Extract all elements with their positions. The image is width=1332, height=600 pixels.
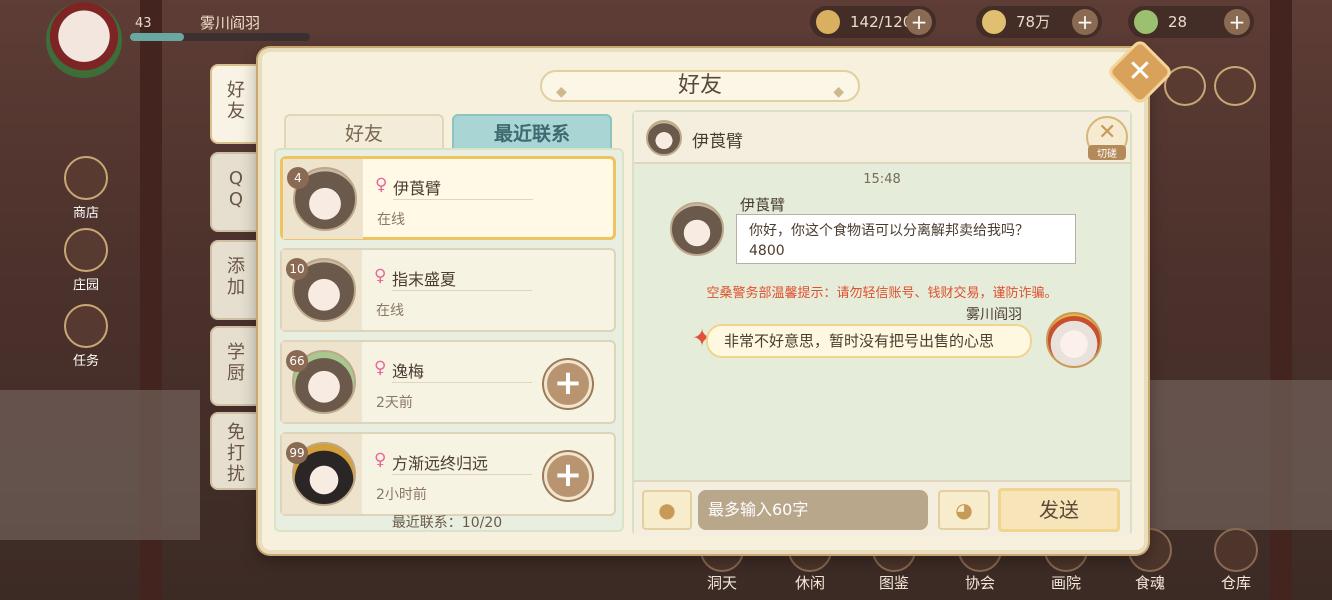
manor-menu[interactable]: 庄园: [56, 228, 116, 293]
contact-status: 2小时前: [376, 487, 427, 503]
recent-contacts-count: 最近联系：10/20: [391, 515, 503, 531]
ornament-icon: ◆: [556, 84, 567, 100]
coin-plus-button[interactable]: +: [1072, 9, 1098, 35]
chat-input-bar: ● 最多输入60字 ◕ 发送: [634, 480, 1130, 536]
tab-recent-contacts[interactable]: 最近联系: [452, 114, 612, 150]
gem-plus-button[interactable]: +: [1224, 9, 1250, 35]
chat-partner-name: 伊莨臂: [692, 132, 743, 152]
contact-card[interactable]: 66 ♀ 逸梅 2天前 +: [280, 340, 616, 424]
manor-icon: [64, 228, 108, 272]
contact-card[interactable]: 99 ♀ 方渐远终归远 2小时前 +: [280, 432, 616, 516]
tab-friends[interactable]: 好友: [284, 114, 444, 150]
gem-value: 28: [1168, 13, 1188, 31]
cat-emoji-icon: ◕: [955, 498, 973, 522]
coin-icon: [982, 10, 1006, 34]
incoming-message: 你好，你这个食物语可以分离解邦卖给我吗？4800: [736, 214, 1076, 264]
my-name: 雾川阎羽: [966, 307, 1022, 323]
sender-name: 伊莨臂: [740, 196, 786, 214]
contact-card[interactable]: 10 ♀ 指末盛夏 在线: [280, 248, 616, 332]
close-icon: ✕: [1127, 54, 1153, 89]
shop-icon: [64, 156, 108, 200]
shop-menu[interactable]: 商店: [56, 156, 116, 221]
chat-header: 伊莨臂 ✕ 切磋: [634, 112, 1130, 164]
stamina-plus-button[interactable]: +: [906, 9, 932, 35]
friends-panel: ◆ 好友 ◆ ✕ 好友 最近联系 4 ♀ 伊莨臂 在线 10 ♀ 指末盛夏 在线…: [258, 38, 1174, 554]
level-badge: 10: [286, 258, 308, 280]
contact-status: 2天前: [376, 395, 413, 411]
task-icon: [64, 304, 108, 348]
contact-name: 伊莨臂: [393, 179, 442, 198]
coin-resource: 78万 +: [976, 6, 1102, 38]
chat-partner-avatar[interactable]: [646, 120, 682, 156]
panel-title-bar: ◆ 好友 ◆: [540, 70, 860, 102]
level-badge: 99: [286, 442, 308, 464]
side-tab-qq[interactable]: Q Q: [210, 152, 262, 232]
contact-status: 在线: [376, 303, 404, 319]
send-button[interactable]: 发送: [998, 488, 1120, 532]
player-avatar[interactable]: [46, 2, 122, 78]
contact-list: 4 ♀ 伊莨臂 在线 10 ♀ 指末盛夏 在线 66 ♀ 逸梅 2天前 + 99…: [274, 148, 624, 532]
spar-button[interactable]: ✕ 切磋: [1086, 116, 1128, 160]
player-level: 43: [135, 16, 152, 31]
female-icon: ♀: [374, 266, 387, 286]
stamina-value: 142/120: [850, 13, 913, 31]
microphone-icon: ●: [658, 498, 676, 522]
side-tab-friends[interactable]: 好 友: [210, 64, 262, 144]
fraud-warning: 空桑警务部温馨提示：请勿轻信账号、钱财交易，谨防诈骗。: [706, 286, 1058, 301]
task-menu[interactable]: 任务: [56, 304, 116, 369]
stamina-resource: 142/120 +: [810, 6, 936, 38]
spar-label: 切磋: [1088, 145, 1126, 160]
side-tab-add[interactable]: 添 加: [210, 240, 262, 320]
contact-name: 方渐远终归远: [392, 454, 489, 473]
gem-icon: [1134, 10, 1158, 34]
my-avatar[interactable]: [1046, 312, 1102, 368]
side-tab-do-not-disturb[interactable]: 免 打 扰: [210, 412, 262, 490]
bottom-nav-warehouse[interactable]: 仓库: [1206, 528, 1266, 593]
chat-input[interactable]: 最多输入60字: [698, 490, 928, 530]
message-timestamp: 15:48: [863, 172, 901, 187]
microphone-button[interactable]: ●: [642, 490, 692, 530]
contact-name: 逸梅: [392, 362, 425, 381]
add-friend-button[interactable]: +: [544, 360, 592, 408]
exp-bar: [130, 33, 310, 41]
ornament-icon: ◆: [833, 84, 844, 100]
settings-icon[interactable]: [1214, 66, 1256, 106]
female-icon: ♀: [375, 175, 388, 195]
outgoing-message: 非常不好意思，暂时没有把号出售的心思: [706, 324, 1032, 358]
level-badge: 4: [287, 167, 309, 189]
emoji-button[interactable]: ◕: [938, 490, 990, 530]
stamina-icon: [816, 10, 840, 34]
sender-avatar[interactable]: [670, 202, 724, 256]
female-icon: ♀: [374, 450, 387, 470]
coin-value: 78万: [1016, 13, 1051, 31]
side-tab-learn-cooking[interactable]: 学 厨: [210, 326, 262, 406]
chat-window: 伊莨臂 ✕ 切磋 15:48 伊莨臂 你好，你这个食物语可以分离解邦卖给我吗？4…: [632, 110, 1132, 536]
contact-name: 指末盛夏: [392, 270, 457, 289]
crossed-swords-icon: ✕: [1098, 120, 1117, 145]
female-icon: ♀: [374, 358, 387, 378]
gem-resource: 28 +: [1128, 6, 1254, 38]
level-badge: 66: [286, 350, 308, 372]
player-name: 雾川阎羽: [200, 14, 261, 32]
contact-status: 在线: [377, 212, 405, 228]
contact-card[interactable]: 4 ♀ 伊莨臂 在线: [280, 156, 616, 240]
panel-title: 好友: [677, 73, 722, 98]
add-friend-button[interactable]: +: [544, 452, 592, 500]
